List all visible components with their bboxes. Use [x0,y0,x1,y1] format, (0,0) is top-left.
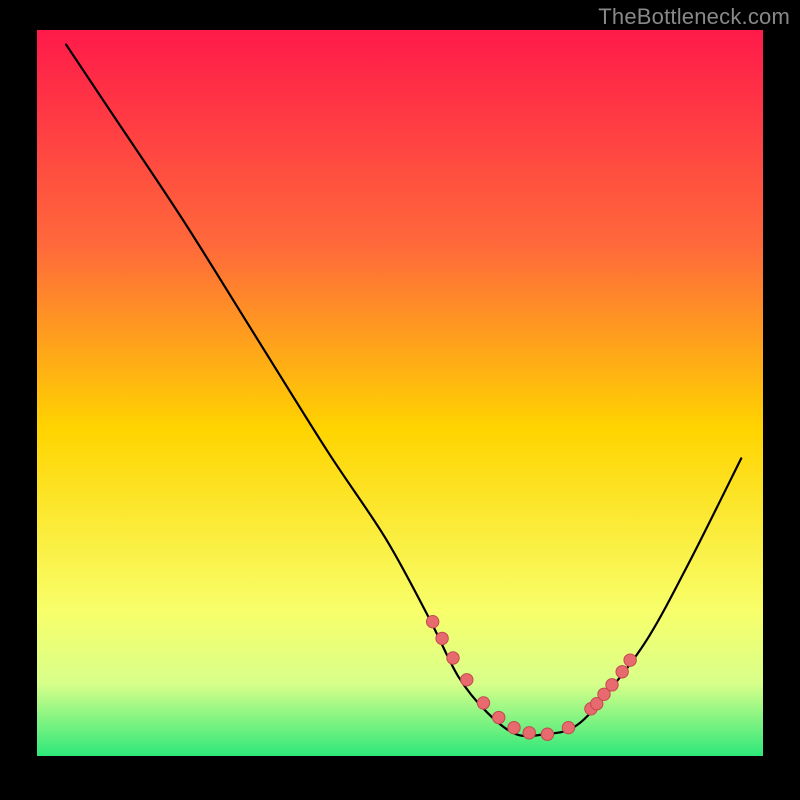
plot-area [37,30,763,756]
marker-point [624,654,636,666]
marker-point [508,721,520,733]
marker-point [541,728,553,740]
watermark-text: TheBottleneck.com [598,4,790,30]
gradient-background [37,30,763,756]
marker-point [616,666,628,678]
plot-svg [37,30,763,756]
chart-stage: TheBottleneck.com [0,0,800,800]
marker-point [493,711,505,723]
marker-point [523,727,535,739]
marker-point [461,674,473,686]
marker-point [606,679,618,691]
marker-point [426,615,438,627]
marker-point [436,632,448,644]
marker-point [562,721,574,733]
marker-point [477,697,489,709]
marker-point [447,652,459,664]
